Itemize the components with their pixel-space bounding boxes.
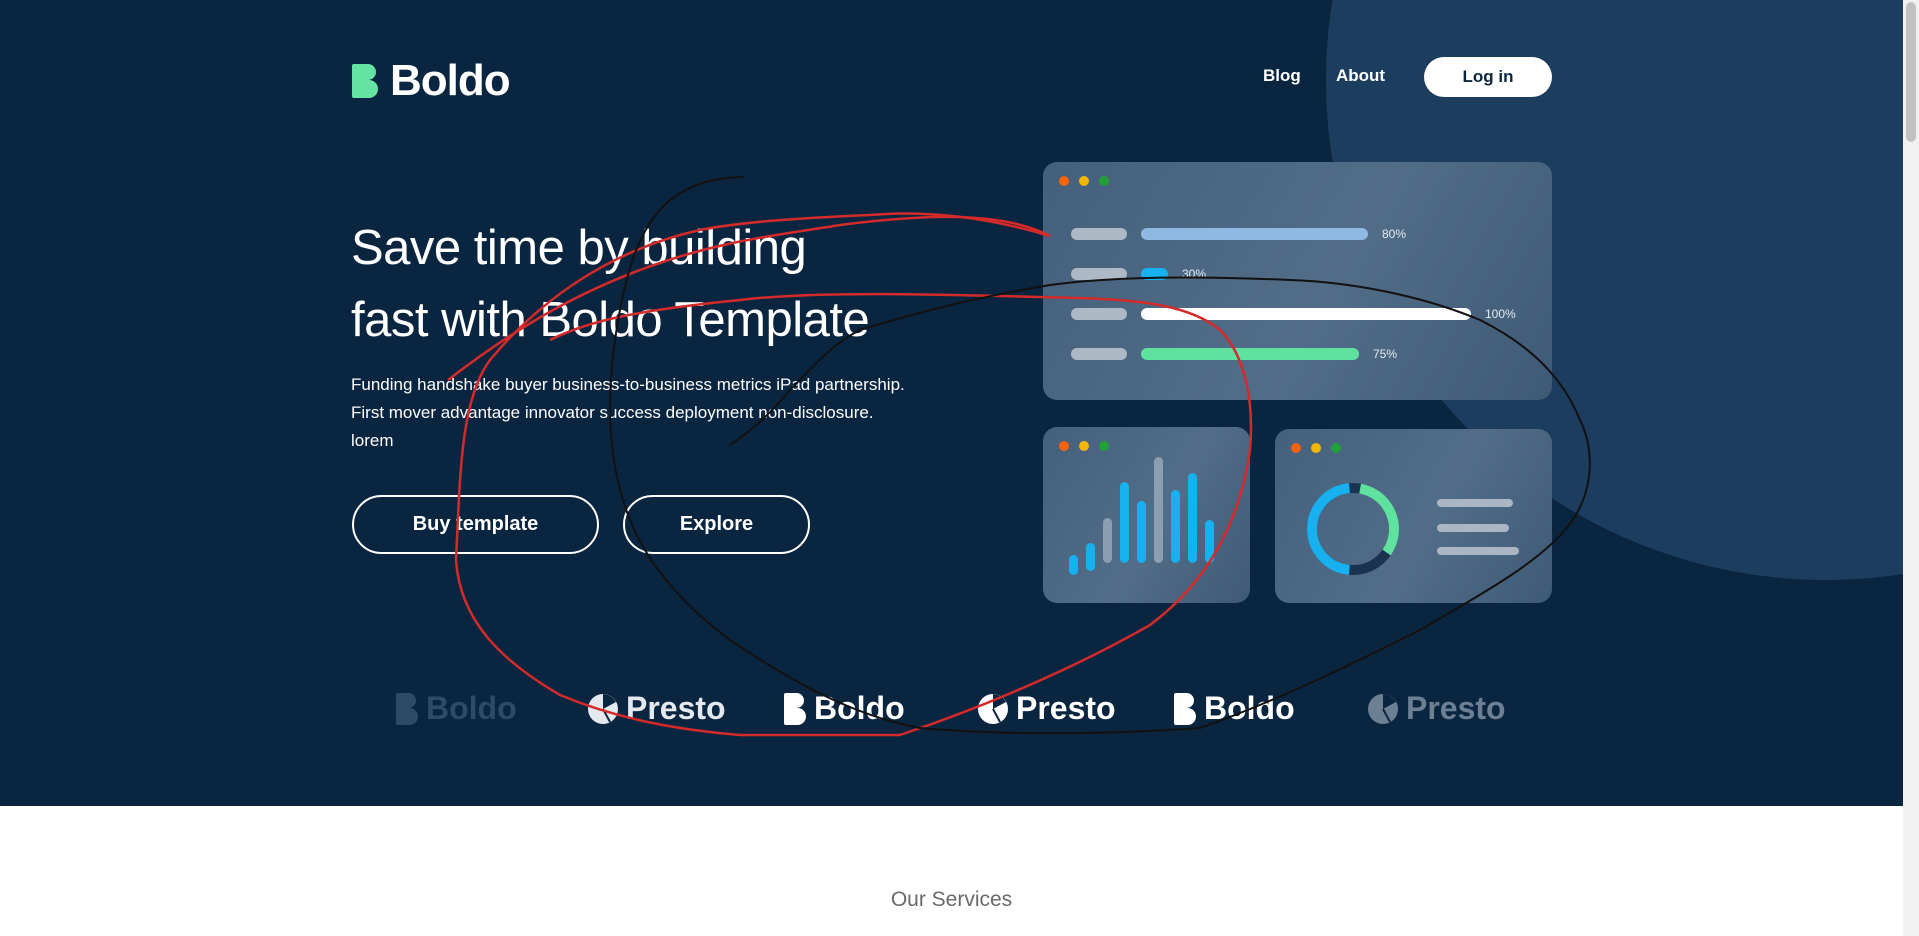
red-dot-icon — [1291, 443, 1301, 453]
logo-text: Boldo — [390, 56, 511, 105]
boldo-logo-icon — [1174, 692, 1196, 725]
presto-logo-icon — [1368, 693, 1398, 724]
red-dot-icon — [1059, 441, 1069, 451]
yellow-dot-icon — [1311, 443, 1321, 453]
presto-logo-icon — [588, 693, 618, 724]
progress-label-placeholder — [1071, 308, 1127, 320]
column-chart — [1069, 457, 1229, 583]
services-heading: Our Services — [890, 888, 1013, 911]
presto-logo-icon — [978, 693, 1008, 724]
column-bar — [1188, 473, 1197, 563]
yellow-dot-icon — [1079, 441, 1089, 451]
partner-logo-text: Boldo — [426, 690, 517, 726]
boldo-logo-icon — [784, 692, 806, 725]
window-dots — [1291, 443, 1341, 453]
legend-line — [1437, 524, 1509, 532]
explore-button[interactable]: Explore — [623, 495, 810, 554]
description-line-3: lorem — [351, 431, 394, 450]
hero-description: Funding handshake buyer business-to-busi… — [351, 371, 911, 455]
column-bar — [1086, 543, 1095, 571]
headline-line-2: fast with Boldo Template — [351, 293, 870, 347]
column-bar — [1103, 518, 1112, 563]
legend-line — [1437, 547, 1519, 555]
progress-percent-label: 75% — [1373, 347, 1398, 361]
progress-row: 100% — [1071, 307, 1516, 321]
progress-percent-label: 100% — [1485, 307, 1516, 321]
progress-label-placeholder — [1071, 228, 1127, 240]
nav-blog-link[interactable]: Blog — [1263, 66, 1301, 86]
boldo-logo-icon — [352, 64, 378, 98]
partner-logo-boldo: Boldo — [1174, 690, 1295, 727]
partner-logo-text: Presto — [1016, 690, 1116, 726]
green-dot-icon — [1099, 176, 1109, 186]
donut-segment-secondary — [1359, 483, 1399, 556]
hero-section: Boldo Blog About Log in Save time by bui… — [0, 0, 1903, 806]
description-line-1: Funding handshake buyer business-to-busi… — [351, 375, 905, 394]
window-dots — [1059, 441, 1109, 451]
progress-bar-fill — [1141, 348, 1359, 360]
partner-logo-text: Presto — [626, 690, 726, 726]
yellow-dot-icon — [1079, 176, 1089, 186]
column-bar — [1120, 482, 1129, 563]
progress-card: 80% 30% 100% 75% — [1043, 162, 1552, 400]
green-dot-icon — [1099, 441, 1109, 451]
window-dots — [1059, 176, 1109, 186]
progress-percent-label: 80% — [1382, 227, 1407, 241]
buy-template-button[interactable]: Buy template — [352, 495, 599, 554]
progress-label-placeholder — [1071, 348, 1127, 360]
column-bar — [1069, 555, 1078, 575]
red-dot-icon — [1059, 176, 1069, 186]
boldo-logo-icon — [396, 692, 418, 725]
nav-about-link[interactable]: About — [1336, 66, 1385, 86]
legend-line — [1437, 499, 1513, 507]
hero-headline: Save time by building fast with Boldo Te… — [351, 212, 971, 356]
partner-logo-presto: Presto — [978, 690, 1116, 727]
donut-chart-card — [1275, 429, 1552, 603]
progress-percent-label: 30% — [1182, 267, 1207, 281]
progress-bar-fill — [1141, 308, 1471, 320]
column-bar — [1137, 501, 1146, 563]
column-bar — [1171, 490, 1180, 563]
column-bar — [1205, 520, 1214, 563]
column-bar — [1154, 457, 1163, 563]
progress-row: 75% — [1071, 347, 1398, 361]
partner-logo-boldo: Boldo — [784, 690, 905, 727]
site-logo[interactable]: Boldo — [352, 56, 511, 106]
partner-logo-presto: Presto — [588, 690, 726, 727]
progress-bar-fill — [1141, 268, 1168, 280]
partner-logos: Boldo Presto Boldo Presto Boldo Presto — [352, 690, 1552, 730]
progress-row: 80% — [1071, 227, 1407, 241]
partner-logo-presto: Presto — [1368, 690, 1506, 727]
login-button[interactable]: Log in — [1424, 57, 1552, 97]
scrollbar-thumb[interactable] — [1906, 2, 1916, 142]
green-dot-icon — [1331, 443, 1341, 453]
column-chart-card — [1043, 427, 1250, 603]
description-line-2: First mover advantage innovator success … — [351, 403, 874, 422]
partner-logo-boldo: Boldo — [396, 690, 517, 727]
donut-segment-primary — [1307, 483, 1351, 575]
progress-label-placeholder — [1071, 268, 1127, 280]
headline-line-1: Save time by building — [351, 221, 807, 275]
partner-logo-text: Presto — [1406, 690, 1506, 726]
donut-chart — [1307, 483, 1399, 575]
partner-logo-text: Boldo — [814, 690, 905, 726]
partner-logo-text: Boldo — [1204, 690, 1295, 726]
progress-row: 30% — [1071, 267, 1207, 281]
progress-bar-fill — [1141, 228, 1368, 240]
